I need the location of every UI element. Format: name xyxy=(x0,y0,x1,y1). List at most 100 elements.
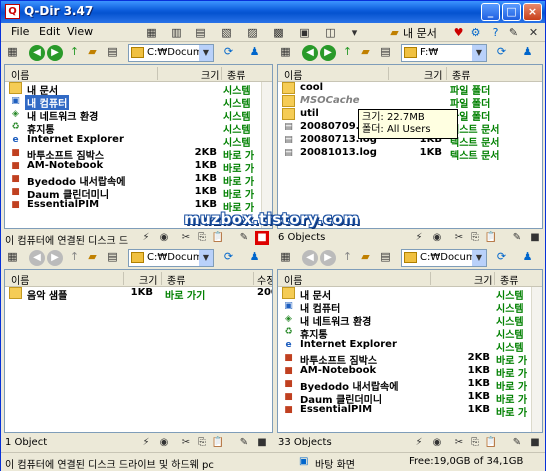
new-folder-icon[interactable]: ▰ xyxy=(85,44,100,59)
status-flash-icon[interactable]: ⚡ xyxy=(139,231,153,245)
view-mode-icon[interactable]: ▤ xyxy=(378,44,393,59)
new-folder-icon[interactable]: ▰ xyxy=(358,249,373,264)
status-globe-icon[interactable]: ◉ xyxy=(157,436,171,450)
new-folder-icon[interactable]: ▰ xyxy=(358,44,373,59)
forward-icon[interactable]: ▶ xyxy=(47,45,63,61)
menu-edit[interactable]: Edit xyxy=(39,25,60,38)
delete-icon[interactable]: ■ xyxy=(528,436,542,450)
status-globe-icon[interactable]: ◉ xyxy=(430,231,444,245)
col-name[interactable]: 이름 xyxy=(11,272,29,287)
forward-icon[interactable]: ▶ xyxy=(320,250,336,266)
paste-icon[interactable]: 📋 xyxy=(484,436,498,450)
view-mode-icon[interactable]: ▤ xyxy=(105,249,120,264)
layout-6-icon[interactable]: ▩ xyxy=(271,25,286,40)
address-dropdown-icon[interactable]: ▼ xyxy=(199,250,213,266)
forward-icon[interactable]: ▶ xyxy=(47,250,63,266)
my-docs-icon[interactable]: ▰ xyxy=(387,25,402,40)
bottom-left-pane[interactable]: 이름 크기 종류 수정 음악 샘플 1KB 바로 가기 200 xyxy=(4,269,273,433)
status-globe-icon[interactable]: ◉ xyxy=(430,436,444,450)
up-icon[interactable]: ↑ xyxy=(340,249,355,264)
favorites-icon[interactable]: ♥ xyxy=(451,25,466,40)
rename-icon[interactable]: ✎ xyxy=(237,436,251,450)
status-flash-icon[interactable]: ⚡ xyxy=(412,231,426,245)
back-icon[interactable]: ◀ xyxy=(29,45,45,61)
settings-icon[interactable]: ⚙ xyxy=(468,25,483,40)
list-item[interactable]: cool 파일 폴더 xyxy=(278,82,542,97)
list-item[interactable]: ♻ 휴지통 시스템 xyxy=(278,326,542,341)
refresh-icon[interactable]: ⟳ xyxy=(494,249,509,264)
list-item[interactable]: ◈ 내 네트워크 환경 시스템 xyxy=(5,108,272,123)
maximize-button[interactable]: □ xyxy=(502,3,521,21)
pane-view-icon[interactable]: ▦ xyxy=(5,44,20,59)
list-item[interactable]: ◈ 내 네트워크 환경 시스템 xyxy=(278,313,542,328)
menu-view[interactable]: View xyxy=(67,25,93,38)
list-item[interactable]: 음악 샘플 1KB 바로 가기 200 xyxy=(5,287,272,302)
cut-icon[interactable]: ✂ xyxy=(179,231,193,245)
pane-view-icon[interactable]: ▦ xyxy=(5,249,20,264)
col-modified[interactable]: 수정 xyxy=(257,272,272,287)
pane-view-icon[interactable]: ▦ xyxy=(278,249,293,264)
copy-icon[interactable]: ⎘ xyxy=(195,436,209,450)
view-mode-icon[interactable]: ▤ xyxy=(378,249,393,264)
help-icon[interactable]: ? xyxy=(488,25,503,40)
copy-icon[interactable]: ⎘ xyxy=(468,436,482,450)
list-item[interactable]: e Internet Explorer 시스템 xyxy=(5,134,272,149)
exit-icon[interactable]: ✕ xyxy=(526,25,541,40)
list-item[interactable]: ■ AM-Notebook 1KB 바로 가 xyxy=(278,365,542,380)
delete-icon[interactable]: ■ xyxy=(255,231,269,245)
new-folder-icon[interactable]: ▰ xyxy=(85,249,100,264)
refresh-icon[interactable]: ⟳ xyxy=(494,44,509,59)
address-dropdown-icon[interactable]: ▼ xyxy=(472,250,486,266)
layout-5-icon[interactable]: ▨ xyxy=(245,25,260,40)
list-item[interactable]: ■ 바투소프트 짐박스 2KB 바로 가 xyxy=(5,147,272,162)
list-item[interactable]: ▣ 내 컴퓨터 시스템 xyxy=(5,95,272,110)
close-button[interactable]: × xyxy=(523,3,542,21)
paste-icon[interactable]: 📋 xyxy=(211,231,225,245)
title-bar[interactable]: Q Q-Dir 3.47 _ □ × xyxy=(1,1,545,23)
view-mode-icon[interactable]: ▤ xyxy=(105,44,120,59)
status-globe-icon[interactable]: ◉ xyxy=(157,231,171,245)
col-type[interactable]: 종류 xyxy=(167,272,185,287)
my-docs-button[interactable]: 내 문서 xyxy=(403,25,437,41)
col-size[interactable]: 크기 xyxy=(424,67,442,82)
top-left-address[interactable]: C:₩Documer ▼ xyxy=(128,44,214,62)
status-flash-icon[interactable]: ⚡ xyxy=(139,436,153,450)
cut-icon[interactable]: ✂ xyxy=(452,436,466,450)
layout-3-icon[interactable]: ▤ xyxy=(193,25,208,40)
address-dropdown-icon[interactable]: ▼ xyxy=(472,45,486,61)
refresh-icon[interactable]: ⟳ xyxy=(221,44,236,59)
list-item[interactable]: ■ Byedodo 내서랍속에 1KB 바로 가 xyxy=(278,378,542,393)
layout-8-icon[interactable]: ◫ xyxy=(323,25,338,40)
copy-icon[interactable]: ⎘ xyxy=(195,231,209,245)
list-item[interactable]: ■ Daum 클린더미니 1KB 바로 가 xyxy=(5,186,272,201)
list-item[interactable]: ■ 바투소프트 짐박스 2KB 바로 가 xyxy=(278,352,542,367)
paste-icon[interactable]: 📋 xyxy=(211,436,225,450)
list-item[interactable]: ■ Daum 클린더미니 1KB 바로 가 xyxy=(278,391,542,406)
layout-icon[interactable]: ▦ xyxy=(144,25,159,40)
up-icon[interactable]: ↑ xyxy=(67,44,82,59)
menu-file[interactable]: File xyxy=(11,25,29,38)
list-item[interactable]: 내 문서 시스템 xyxy=(5,82,272,97)
list-item[interactable]: ▣ 내 컴퓨터 시스템 xyxy=(278,300,542,315)
user-icon[interactable]: ♟ xyxy=(247,249,262,264)
rename-icon[interactable]: ✎ xyxy=(510,231,524,245)
delete-icon[interactable]: ■ xyxy=(528,231,542,245)
cut-icon[interactable]: ✂ xyxy=(179,436,193,450)
back-icon[interactable]: ◀ xyxy=(302,250,318,266)
cut-icon[interactable]: ✂ xyxy=(452,231,466,245)
top-right-address[interactable]: F:₩ ▼ xyxy=(401,44,487,62)
list-item[interactable]: 내 문서 시스템 xyxy=(278,287,542,302)
app-icon[interactable]: Q xyxy=(5,4,20,19)
back-icon[interactable]: ◀ xyxy=(302,45,318,61)
view-icon[interactable]: ▾ xyxy=(347,25,362,40)
forward-icon[interactable]: ▶ xyxy=(320,45,336,61)
address-dropdown-icon[interactable]: ▼ xyxy=(199,45,213,61)
up-icon[interactable]: ↑ xyxy=(340,44,355,59)
top-left-scrollbar[interactable] xyxy=(261,82,272,228)
refresh-icon[interactable]: ⟳ xyxy=(221,249,236,264)
col-size[interactable]: 크기 xyxy=(201,67,219,82)
list-item[interactable]: ▤ 20081013.log 1KB 텍스트 문서 xyxy=(278,147,542,162)
tools-icon[interactable]: ✎ xyxy=(506,25,521,40)
list-item[interactable]: ■ AM-Notebook 1KB 바로 가 xyxy=(5,160,272,175)
layout-4-icon[interactable]: ▧ xyxy=(219,25,234,40)
